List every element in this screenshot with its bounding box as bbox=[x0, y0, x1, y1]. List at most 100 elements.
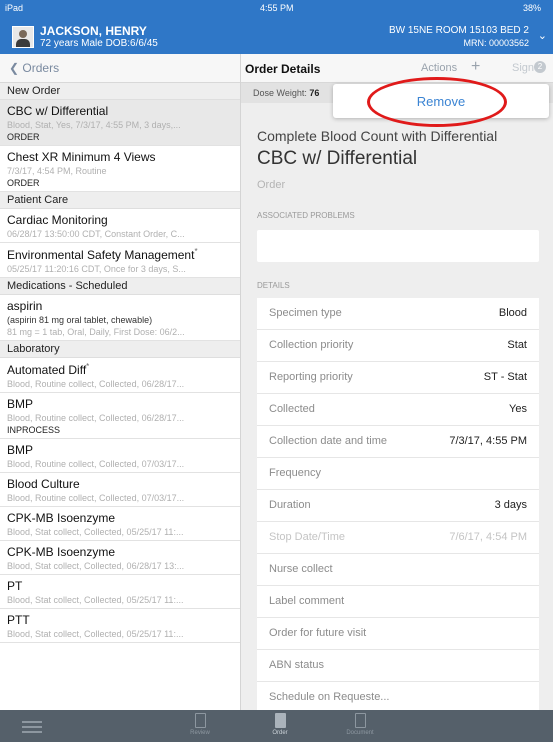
detail-row[interactable]: Duration 3 days bbox=[257, 490, 539, 522]
order-item-status: ORDER bbox=[7, 132, 40, 142]
detail-row[interactable]: Frequency bbox=[257, 458, 539, 490]
detail-row[interactable]: Stop Date/Time 7/6/17, 4:54 PM bbox=[257, 522, 539, 554]
order-list-item[interactable]: PTT Blood, Stat collect, Collected, 05/25… bbox=[0, 609, 240, 643]
dose-weight-label: Dose Weight: bbox=[253, 88, 307, 98]
add-icon[interactable]: + bbox=[471, 58, 480, 76]
details-label: DETAILS bbox=[257, 281, 290, 290]
order-item-name: CPK-MB Isoenzyme bbox=[7, 545, 116, 559]
order-list-item[interactable]: CPK-MB Isoenzyme Blood, Stat collect, Col… bbox=[0, 507, 240, 541]
order-item-summary: Blood, Stat collect, Collected, 05/25/17… bbox=[7, 527, 184, 537]
order-item-title: PT bbox=[7, 579, 233, 593]
order-list-item[interactable]: Chest XR Minimum 4 Views 7/3/17, 4:54 PM,… bbox=[0, 146, 240, 192]
detail-value: 7/6/17, 4:54 PM bbox=[449, 531, 527, 543]
order-list-item[interactable]: Automated Diff* Blood, Routine collect, C… bbox=[0, 358, 240, 393]
order-item-summary: Blood, Routine collect, Collected, 07/03… bbox=[7, 493, 185, 503]
patient-mrn: MRN: 00003562 bbox=[463, 38, 529, 48]
back-label: Orders bbox=[22, 61, 60, 75]
order-list-item[interactable]: CPK-MB Isoenzyme Blood, Stat collect, Col… bbox=[0, 541, 240, 575]
order-item-detail: (aspirin 81 mg oral tablet, chewable) bbox=[7, 315, 153, 325]
clock: 4:55 PM bbox=[260, 3, 294, 13]
detail-row[interactable]: Collected Yes bbox=[257, 394, 539, 426]
patient-name: JACKSON, HENRY bbox=[40, 24, 147, 38]
orders-navbar: ❮ Orders bbox=[0, 54, 240, 83]
menu-icon[interactable] bbox=[22, 721, 42, 736]
dose-weight-value: 76 bbox=[309, 88, 320, 98]
associated-problems-field[interactable] bbox=[257, 230, 539, 262]
order-list-item[interactable]: Blood Culture Blood, Routine collect, Col… bbox=[0, 473, 240, 507]
order-details-pane: Order Details Actions + Sign 2 Dose Weig… bbox=[241, 54, 553, 710]
section-header: Laboratory bbox=[0, 341, 240, 358]
order-item-name: BMP bbox=[7, 443, 34, 457]
detail-value: ST - Stat bbox=[483, 371, 527, 383]
detail-value: Stat bbox=[507, 339, 527, 351]
order-list-item[interactable]: BMP Blood, Routine collect, Collected, 07… bbox=[0, 439, 240, 473]
order-item-summary: Blood, Routine collect, Collected, 07/03… bbox=[7, 459, 185, 469]
order-list-item[interactable]: BMP Blood, Routine collect, Collected, 06… bbox=[0, 393, 240, 439]
detail-label: Collection date and time bbox=[269, 435, 388, 447]
order-list-item[interactable]: Environmental Safety Management* 05/25/17… bbox=[0, 243, 240, 278]
highlight-annotation bbox=[367, 77, 507, 127]
back-button[interactable]: ❮ Orders bbox=[9, 61, 59, 75]
order-list-item[interactable]: Cardiac Monitoring 06/28/17 13:50:00 CDT,… bbox=[0, 209, 240, 243]
order-item-status: ORDER bbox=[7, 178, 40, 188]
patient-banner[interactable]: JACKSON, HENRY 72 years Male DOB:6/6/45 … bbox=[0, 16, 553, 54]
orders-list-pane: ❮ Orders New Order CBC w/ Differential Blo… bbox=[0, 54, 241, 710]
tab-order[interactable]: Order bbox=[250, 713, 310, 736]
sign-button[interactable]: Sign bbox=[512, 62, 534, 74]
details-navbar: Order Details Actions + Sign 2 bbox=[241, 54, 553, 83]
carrier-label: iPad bbox=[5, 3, 24, 13]
detail-row[interactable]: Collection priority Stat bbox=[257, 330, 539, 362]
patient-room: BW 15NE ROOM 15103 BED 2 bbox=[388, 25, 529, 36]
details-table: Specimen type Blood Collection priority Sta… bbox=[257, 298, 539, 710]
order-item-summary: Blood, Stat collect, Collected, 06/28/17… bbox=[7, 561, 185, 571]
tab-document[interactable]: Document bbox=[330, 713, 390, 736]
order-full-title: Complete Blood Count with Differential bbox=[257, 128, 498, 144]
flag-asterisk: * bbox=[194, 247, 198, 256]
patient-demographics: 72 years Male DOB:6/6/45 bbox=[40, 38, 158, 49]
order-item-summary: 05/25/17 11:20:16 CDT, Once for 3 days, … bbox=[7, 264, 186, 274]
tab-order-label: Order bbox=[272, 730, 288, 736]
detail-label: Specimen type bbox=[269, 307, 342, 319]
detail-row[interactable]: ABN status bbox=[257, 650, 539, 682]
chevron-down-icon[interactable]: ⌄ bbox=[538, 29, 547, 42]
detail-row[interactable]: Schedule on Requeste... bbox=[257, 682, 539, 710]
detail-label: Collected bbox=[269, 403, 315, 415]
order-item-title: CPK-MB Isoenzyme bbox=[7, 545, 233, 559]
order-item-title: PTT bbox=[7, 613, 233, 627]
tab-review[interactable]: Review bbox=[170, 713, 230, 736]
section-header: Patient Care bbox=[0, 192, 240, 209]
detail-label: Nurse collect bbox=[269, 563, 333, 575]
order-list-item[interactable]: PT Blood, Stat collect, Collected, 05/25/… bbox=[0, 575, 240, 609]
associated-problems-label: ASSOCIATED PROBLEMS bbox=[257, 211, 355, 220]
order-item-name: CBC w/ Differential bbox=[7, 104, 109, 118]
order-item-title: Automated Diff* bbox=[7, 362, 233, 377]
detail-row[interactable]: Specimen type Blood bbox=[257, 298, 539, 330]
order-item-name: Blood Culture bbox=[7, 477, 80, 491]
detail-row[interactable]: Order for future visit bbox=[257, 618, 539, 650]
order-item-title: Blood Culture bbox=[7, 477, 233, 491]
order-item-title: BMP bbox=[7, 397, 233, 411]
order-type: Order bbox=[257, 179, 286, 191]
detail-row[interactable]: Nurse collect bbox=[257, 554, 539, 586]
order-list-item[interactable]: CBC w/ Differential Blood, Stat, Yes, 7/3… bbox=[0, 100, 240, 146]
flag-asterisk: * bbox=[86, 362, 90, 371]
detail-label: Label comment bbox=[269, 595, 345, 607]
detail-row[interactable]: Reporting priority ST - Stat bbox=[257, 362, 539, 394]
order-name: CBC w/ Differential bbox=[257, 148, 418, 169]
actions-button[interactable]: Actions bbox=[421, 62, 457, 74]
order-list-item[interactable]: aspirin (aspirin 81 mg oral tablet, chewa… bbox=[0, 295, 240, 341]
detail-value: Yes bbox=[509, 403, 527, 415]
detail-label: Stop Date/Time bbox=[269, 531, 346, 543]
detail-label: ABN status bbox=[269, 659, 325, 671]
order-item-title: Cardiac Monitoring bbox=[7, 213, 233, 227]
review-icon bbox=[194, 713, 206, 728]
detail-row[interactable]: Collection date and time 7/3/17, 4:55 PM bbox=[257, 426, 539, 458]
document-icon bbox=[354, 713, 366, 728]
detail-label: Reporting priority bbox=[269, 371, 353, 383]
detail-row[interactable]: Label comment bbox=[257, 586, 539, 618]
order-item-title: Environmental Safety Management* bbox=[7, 247, 233, 262]
order-item-summary: 7/3/17, 4:54 PM, Routine bbox=[7, 166, 107, 176]
order-item-title: aspirin bbox=[7, 299, 233, 313]
order-item-summary: Blood, Routine collect, Collected, 06/28… bbox=[7, 413, 185, 423]
order-item-name: BMP bbox=[7, 397, 34, 411]
